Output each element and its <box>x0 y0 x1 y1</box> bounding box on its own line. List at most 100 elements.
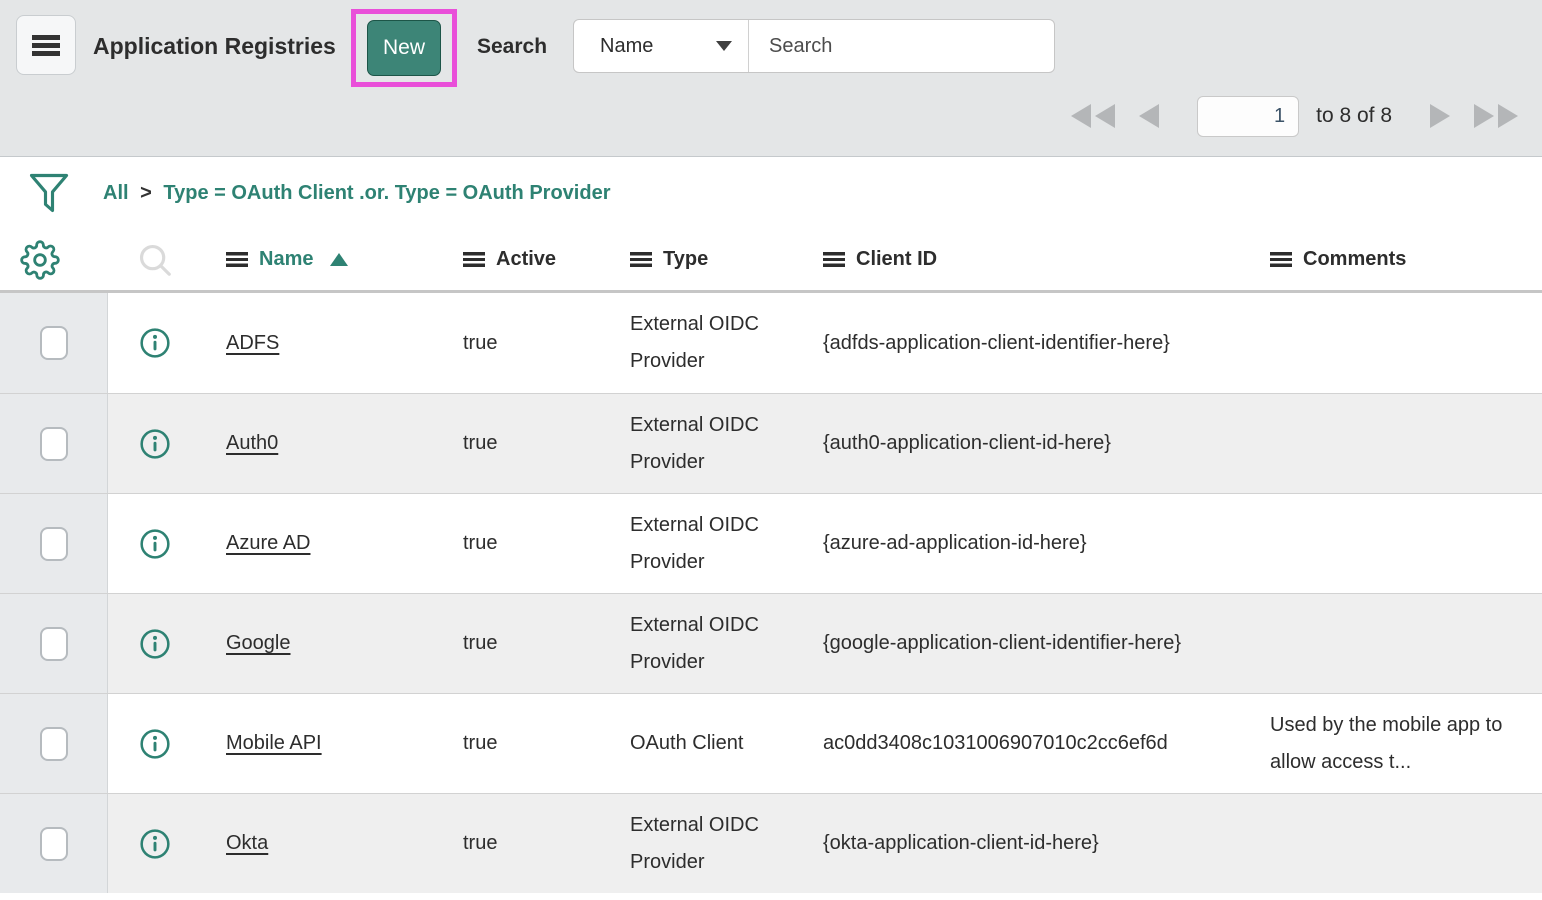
cell-client-id: {adfds-application-client-identifier-her… <box>823 325 1183 362</box>
row-checkbox[interactable] <box>40 627 68 661</box>
cell-client-id: {azure-ad-application-id-here} <box>823 525 1183 562</box>
search-label: Search <box>477 35 547 59</box>
record-preview-button[interactable] <box>139 327 171 359</box>
record-link[interactable]: Mobile API <box>226 732 322 754</box>
hamburger-icon <box>32 35 60 56</box>
breadcrumb-condition-link[interactable]: Type = OAuth Client .or. Type = OAuth Pr… <box>163 182 610 204</box>
search-icon <box>136 241 174 279</box>
cell-active: true <box>445 632 622 655</box>
breadcrumb-all-link[interactable]: All <box>103 182 129 204</box>
table-row: Okta true External OIDC Provider {okta-a… <box>0 793 1542 893</box>
last-page-button[interactable] <box>1470 103 1520 129</box>
breadcrumb: All > Type = OAuth Client .or. Type = OA… <box>103 182 610 205</box>
record-preview-button[interactable] <box>139 528 171 560</box>
cell-client-id: {okta-application-client-id-here} <box>823 825 1183 862</box>
next-page-button[interactable] <box>1428 103 1454 129</box>
info-icon <box>139 327 171 359</box>
cell-active: true <box>445 832 622 855</box>
record-preview-button[interactable] <box>139 428 171 460</box>
column-menu-icon <box>226 252 248 267</box>
column-header-label: Active <box>496 248 556 271</box>
column-header-label: Name <box>259 248 313 271</box>
record-link[interactable]: Azure AD <box>226 532 310 554</box>
gear-icon <box>20 240 60 280</box>
cell-active: true <box>445 732 622 755</box>
search-column-value: Name <box>600 35 716 58</box>
column-header-label: Type <box>663 248 708 271</box>
column-menu-icon <box>463 252 485 267</box>
record-preview-button[interactable] <box>139 628 171 660</box>
record-link[interactable]: Okta <box>226 832 268 854</box>
row-checkbox[interactable] <box>40 427 68 461</box>
next-page-icon <box>1428 103 1454 129</box>
record-link[interactable]: Auth0 <box>226 432 278 454</box>
search-column-select[interactable]: Name <box>574 20 749 72</box>
cell-client-id: ac0dd3408c1031006907010c2cc6ef6d <box>823 725 1183 762</box>
cell-active: true <box>445 532 622 555</box>
list-menu-button[interactable] <box>16 15 76 75</box>
info-icon <box>139 528 171 560</box>
previous-page-icon <box>1135 103 1161 129</box>
cell-client-id: {google-application-client-identifier-he… <box>823 625 1183 662</box>
column-header-comments[interactable]: Comments <box>1260 248 1542 271</box>
table-row: ADFS true External OIDC Provider {adfds-… <box>0 293 1542 393</box>
column-header-client-id[interactable]: Client ID <box>815 248 1260 271</box>
record-link[interactable]: ADFS <box>226 332 279 354</box>
column-header-label: Client ID <box>856 248 937 271</box>
first-page-icon <box>1069 103 1119 129</box>
info-icon <box>139 828 171 860</box>
cell-active: true <box>445 432 622 455</box>
sort-ascending-icon <box>330 253 348 266</box>
pagination-range: to 8 of 8 <box>1316 104 1392 128</box>
table-header-row: Name Active Type Client ID Comments <box>0 229 1542 293</box>
filter-icon <box>28 170 70 216</box>
chevron-down-icon <box>716 41 732 51</box>
previous-page-button[interactable] <box>1135 103 1161 129</box>
table-row: Auth0 true External OIDC Provider {auth0… <box>0 393 1542 493</box>
cell-client-id: {auth0-application-client-id-here} <box>823 425 1183 462</box>
column-menu-icon <box>823 252 845 267</box>
new-button[interactable]: New <box>367 20 441 76</box>
cell-type: External OIDC Provider <box>622 306 815 380</box>
column-search-button[interactable] <box>136 241 174 279</box>
breadcrumb-separator: > <box>140 182 152 204</box>
first-page-button[interactable] <box>1069 103 1119 129</box>
table-row: Google true External OIDC Provider {goog… <box>0 593 1542 693</box>
row-checkbox[interactable] <box>40 727 68 761</box>
new-button-highlight: New <box>351 9 457 87</box>
cell-type: OAuth Client <box>622 725 815 762</box>
filter-row: All > Type = OAuth Client .or. Type = OA… <box>0 157 1542 229</box>
column-header-label: Comments <box>1303 248 1406 271</box>
column-menu-icon <box>1270 252 1292 267</box>
column-header-name[interactable]: Name <box>202 248 445 271</box>
row-checkbox[interactable] <box>40 527 68 561</box>
cell-active: true <box>445 332 622 355</box>
cell-type: External OIDC Provider <box>622 607 815 681</box>
search-control: Name <box>573 19 1055 73</box>
cell-type: External OIDC Provider <box>622 807 815 881</box>
record-preview-button[interactable] <box>139 728 171 760</box>
record-preview-button[interactable] <box>139 828 171 860</box>
row-checkbox[interactable] <box>40 827 68 861</box>
column-header-type[interactable]: Type <box>622 248 815 271</box>
application-registries-list: Application Registries New Search Name <box>0 0 1542 900</box>
row-checkbox[interactable] <box>40 326 68 360</box>
list-toolbar: Application Registries New Search Name <box>0 0 1542 157</box>
cell-type: External OIDC Provider <box>622 507 815 581</box>
last-page-icon <box>1470 103 1520 129</box>
table-row: Mobile API true OAuth Client ac0dd3408c1… <box>0 693 1542 793</box>
page-number-input[interactable] <box>1197 96 1299 137</box>
search-input[interactable] <box>749 20 1054 72</box>
filter-button[interactable] <box>28 170 70 216</box>
personalize-columns-button[interactable] <box>20 240 60 280</box>
record-link[interactable]: Google <box>226 632 291 654</box>
info-icon <box>139 428 171 460</box>
column-header-active[interactable]: Active <box>445 248 622 271</box>
table-row: Azure AD true External OIDC Provider {az… <box>0 493 1542 593</box>
info-icon <box>139 628 171 660</box>
info-icon <box>139 728 171 760</box>
pagination: to 8 of 8 <box>1069 88 1520 144</box>
page-title: Application Registries <box>93 33 336 60</box>
cell-type: External OIDC Provider <box>622 407 815 481</box>
cell-comments: Used by the mobile app to allow access t… <box>1260 707 1542 781</box>
